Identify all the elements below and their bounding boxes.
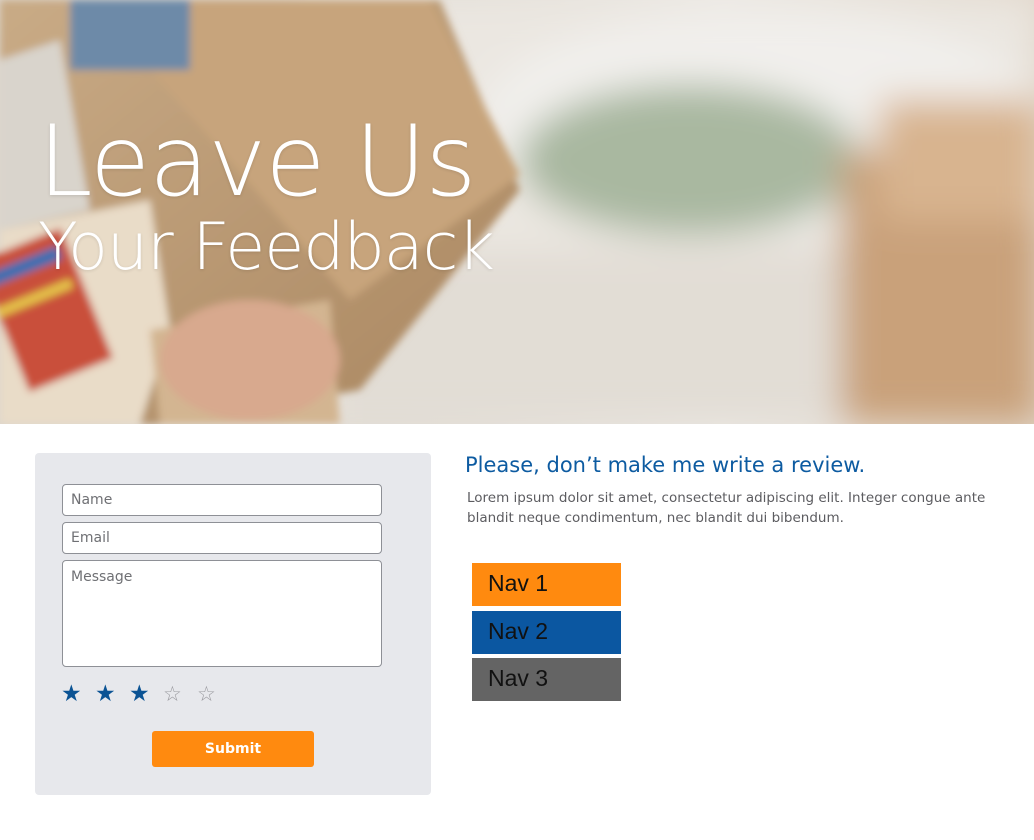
submit-button[interactable]: Submit [152,731,314,767]
message-textarea[interactable] [62,560,382,667]
feedback-form: ★★★☆☆ Submit [35,453,431,795]
name-input[interactable] [62,484,382,516]
review-description: Lorem ipsum dolor sit amet, consectetur … [467,490,986,526]
nav-item-1[interactable]: Nav 1 [472,563,621,606]
star-filled-icon[interactable]: ★ [95,681,129,707]
star-filled-icon[interactable]: ★ [61,681,95,707]
nav-item-label: Nav 1 [488,570,549,596]
star-empty-icon[interactable]: ☆ [197,681,231,707]
nav-item-2[interactable]: Nav 2 [472,611,621,654]
hero-banner: Leave Us Your Feedback [0,0,1034,424]
nav-item-label: Nav 2 [488,618,549,644]
star-empty-icon[interactable]: ☆ [163,681,197,707]
email-input[interactable] [62,522,382,554]
nav-item-3[interactable]: Nav 3 [472,658,621,701]
hero-title-line-1: Leave Us [38,105,476,219]
star-rating: ★ ★ ★ ☆ ☆ [61,681,231,707]
hero-title: Leave Us Your Feedback [38,105,495,285]
nav-item-label: Nav 3 [488,665,549,691]
hero-title-line-2: Your Feedback [38,210,495,285]
star-filled-icon[interactable]: ★ [129,681,163,707]
review-heading: Please, don’t make me write a review. [465,453,866,477]
